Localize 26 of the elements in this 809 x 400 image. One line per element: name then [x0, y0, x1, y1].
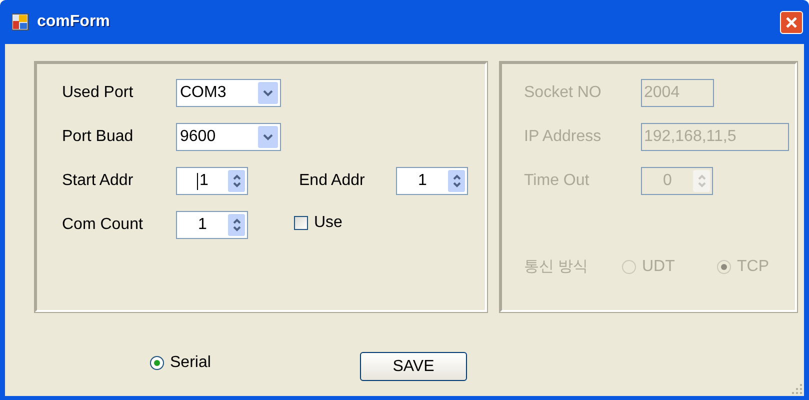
window-title: comForm [37, 12, 110, 32]
spin-box[interactable]: 1 [176, 167, 248, 195]
field-label: Start Addr [62, 171, 134, 191]
spin-arrows-icon[interactable] [228, 170, 245, 192]
app-icon [11, 13, 29, 31]
save-button[interactable]: SAVE [360, 352, 467, 381]
spin-box[interactable]: 1 [396, 167, 468, 195]
field-label: IP Address [524, 127, 602, 147]
text-cursor [196, 172, 198, 190]
field-label: End Addr [299, 171, 366, 191]
close-button[interactable] [780, 10, 803, 34]
spin-arrows-icon[interactable] [448, 170, 465, 192]
field-label: Used Port [62, 83, 134, 103]
radio-button[interactable]: Serial [150, 350, 211, 374]
field-label: Socket NO [524, 83, 602, 103]
spin-box[interactable]: 1 [176, 211, 248, 239]
combo-box[interactable]: COM3 [176, 79, 281, 107]
spin-arrows-icon[interactable] [228, 214, 245, 236]
field-label: Time Out [524, 171, 590, 191]
close-icon [785, 16, 798, 28]
combo-box[interactable]: 9600 [176, 123, 281, 151]
use-checkbox[interactable]: Use [294, 211, 342, 235]
field-label: 통신 방식 [524, 256, 590, 277]
resize-grip-icon [792, 384, 802, 394]
field-label: Com Count [62, 215, 144, 235]
field-label: Port Buad [62, 127, 134, 147]
